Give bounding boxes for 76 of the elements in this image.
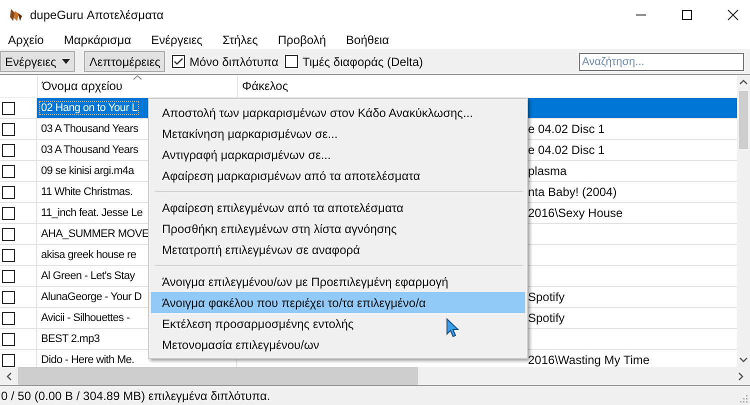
caret-icon — [62, 59, 70, 64]
sort-ascending-icon — [133, 75, 142, 80]
scroll-thumb[interactable] — [739, 91, 748, 149]
table-cell: plasma — [528, 164, 567, 178]
context-menu-item[interactable]: Αφαίρεση μαρκαρισμένων από τα αποτελέσματα — [151, 165, 525, 186]
table-cell: akisa greek house re — [40, 249, 138, 261]
checkbox-label: Μόνο διπλότυπα — [189, 54, 278, 68]
checkbox[interactable] — [2, 102, 15, 114]
menu-item[interactable]: Προβολή — [272, 32, 332, 46]
scroll-left-icon[interactable] — [6, 372, 12, 380]
search-field[interactable]: Αναζήτηση... — [579, 52, 744, 70]
checkbox[interactable] — [285, 55, 298, 68]
window-title: dupeGuru Αποτελέσματα — [30, 8, 164, 22]
horizontal-scrollbar[interactable] — [0, 367, 750, 386]
table-cell: AlunaGeorge - Your D — [40, 291, 143, 303]
checkbox[interactable] — [2, 122, 15, 136]
vertical-scrollbar[interactable] — [737, 75, 750, 367]
actions-button[interactable]: Ενέργειες — [0, 51, 76, 72]
table-cell: Avicii - Silhouettes - — [40, 312, 131, 324]
menu-item[interactable]: Αρχείο — [2, 32, 50, 46]
details-button[interactable]: Λεπτομέρειες — [84, 51, 166, 72]
table-cell: nta Baby! (2004) — [528, 185, 617, 199]
table-cell: Spotify — [528, 311, 565, 325]
scroll-down-icon[interactable] — [739, 357, 748, 363]
checkbox[interactable] — [2, 228, 15, 240]
table-cell: 2016\Sexy House — [528, 206, 623, 220]
table-cell: BEST 2.mp3 — [40, 333, 101, 345]
menu-item[interactable]: Ενέργειες — [145, 32, 208, 46]
context-menu-item[interactable]: Αντιγραφή μαρκαρισμένων σε... — [151, 144, 525, 165]
close-icon[interactable] — [727, 9, 739, 21]
mouse-pointer-icon — [446, 318, 459, 338]
context-menu-item[interactable]: Άνοιγμα επιλεγμένου/ων με Προεπιλεγμένη εφαρμογή — [151, 271, 525, 292]
menu-item[interactable]: Μαρκάρισμα — [58, 32, 138, 46]
checkbox[interactable] — [2, 186, 15, 198]
context-menu-item[interactable]: Αφαίρεση επιλεγμένων από τα αποτελέσματα — [151, 197, 525, 218]
context-menu-item[interactable]: Μετατροπή επιλεγμένων σε αναφορά — [151, 239, 525, 260]
maximize-icon[interactable] — [681, 9, 693, 21]
checkbox[interactable] — [2, 354, 15, 366]
scroll-up-icon[interactable] — [739, 79, 748, 85]
scroll-thumb[interactable] — [18, 367, 418, 385]
status-text: 0 / 50 (0.00 B / 304.89 MB) επιλεγμένα διπλότυπα. — [1, 388, 270, 402]
table-cell: AHA_SUMMER MOVE — [40, 228, 150, 240]
checkbox[interactable] — [2, 290, 15, 304]
table-cell: 11_inch feat. Jesse Le — [40, 207, 144, 219]
app-icon — [8, 7, 24, 23]
table-cell: e 04.02 Disc 1 — [528, 122, 605, 136]
column-header[interactable]: Όνομα αρχείου — [38, 75, 238, 97]
checkbox[interactable] — [2, 164, 15, 178]
context-menu-item[interactable]: Εκτέλεση προσαρμοσμένης εντολής — [151, 313, 525, 334]
table-cell: 2016\Wasting My Time — [528, 353, 650, 367]
checkbox[interactable] — [2, 312, 15, 324]
checkbox-label: Τιμές διαφοράς (Delta) — [302, 54, 424, 68]
checkbox[interactable] — [172, 55, 186, 68]
checkbox[interactable] — [2, 206, 15, 220]
table-cell: e 04.02 Disc 1 — [528, 143, 605, 157]
checkbox[interactable] — [2, 270, 15, 282]
table-cell: 11 White Christmas. — [40, 186, 134, 198]
table-cell: Al Green - Let's Stay — [40, 270, 136, 282]
context-menu-item[interactable]: Μετονομασία επιλεγμένου/ων — [151, 334, 525, 355]
context-menu-item[interactable]: Προσθήκη επιλεγμένων στη λίστα αγνόησης — [151, 218, 525, 239]
table-cell: 09 se kinisi argi.m4a — [40, 165, 135, 177]
checkbox[interactable] — [2, 332, 15, 346]
scroll-right-icon[interactable] — [738, 372, 744, 380]
context-menu-item[interactable]: Άνοιγμα φακέλου που περιέχει το/τα επιλεγμένο/α — [151, 292, 525, 313]
table-cell: Spotify — [528, 290, 565, 304]
checkbox[interactable] — [2, 248, 15, 262]
context-menu-item[interactable]: Μετακίνηση μαρκαρισμένων σε... — [151, 123, 525, 144]
menu-item[interactable]: Βοήθεια — [340, 32, 396, 46]
table-cell: Dido - Here with Me. — [40, 354, 136, 366]
table-cell: 03 A Thousand Years — [40, 123, 140, 135]
table-cell: 03 A Thousand Years — [40, 144, 140, 156]
column-header[interactable]: Φάκελος — [238, 75, 737, 97]
menu-item[interactable]: Στήλες — [216, 32, 264, 46]
checkbox[interactable] — [2, 144, 15, 156]
resize-grip-icon[interactable] — [740, 395, 748, 403]
table-cell: 02 Hang on to Your L — [40, 102, 138, 114]
